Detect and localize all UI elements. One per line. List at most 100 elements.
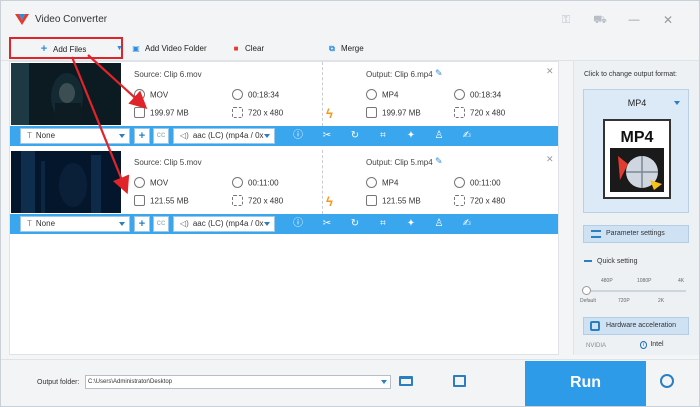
quality-slider-track[interactable] — [586, 290, 686, 292]
effects-wand-icon[interactable]: ✦ — [404, 217, 418, 231]
convert-bolt-icon: ϟ — [326, 106, 333, 121]
format-icon — [366, 177, 377, 188]
parameter-settings-button[interactable]: Parameter settings — [583, 225, 689, 243]
file-icon — [134, 195, 145, 206]
output-label: Output: Clip 5.mp4 — [366, 158, 433, 167]
output-format-hint: Click to change output format: — [584, 71, 677, 78]
file-icon — [366, 195, 377, 206]
add-subtitle-button[interactable]: + — [134, 216, 150, 232]
format-icon — [134, 177, 145, 188]
intel-option[interactable]: i Intel — [640, 341, 664, 349]
edit-sign-icon[interactable]: ✍ — [460, 129, 474, 143]
cart-icon[interactable]: ⛟ — [593, 13, 607, 27]
source-duration: 00:11:00 — [232, 177, 279, 189]
alarm-clock-icon[interactable] — [660, 374, 674, 388]
output-format: MP4 — [366, 177, 398, 189]
app-logo-icon — [15, 14, 29, 25]
scissors-icon[interactable]: ✂ — [320, 217, 334, 231]
watermark-stamp-icon[interactable]: ♙ — [432, 129, 446, 143]
output-format-selector[interactable]: MP4 MP4 — [583, 89, 689, 213]
merge-button[interactable]: ⧉ Merge — [327, 37, 364, 61]
output-label: Output: Clip 6.mp4 — [366, 70, 433, 79]
output-folder-field[interactable]: C:\Users\Administrator\Desktop — [85, 375, 391, 389]
source-format: MOV — [134, 177, 168, 189]
resolution-icon — [232, 107, 243, 118]
chevron-down-icon — [264, 222, 270, 226]
info-icon[interactable]: ⓘ — [291, 217, 305, 231]
resolution-icon — [454, 107, 465, 118]
chevron-down-icon — [674, 101, 680, 105]
crop-icon[interactable]: ⌗ — [376, 217, 390, 231]
crop-icon[interactable]: ⌗ — [376, 129, 390, 143]
quality-slider-knob[interactable] — [582, 286, 591, 295]
run-button[interactable]: Run — [525, 361, 646, 406]
quality-label-2k: 2K — [658, 298, 665, 304]
add-video-folder-button[interactable]: ▣ Add Video Folder — [131, 37, 206, 61]
open-folder-icon[interactable] — [399, 376, 413, 386]
intel-logo-icon: i — [640, 341, 648, 349]
edit-sign-icon[interactable]: ✍ — [460, 217, 474, 231]
sliders-icon — [591, 230, 601, 238]
file-list: Source: Clip 6.mov MOV 00:18:34 199.97 M… — [9, 61, 559, 355]
format-icon — [366, 89, 377, 100]
quality-label-4k: 4K — [678, 278, 685, 284]
source-label: Source: Clip 6.mov — [134, 70, 202, 79]
add-files-highlight — [9, 37, 123, 59]
add-subtitle-button[interactable]: + — [134, 128, 150, 144]
audio-track-select[interactable]: ◁) aac (LC) (mp4a / 0x — [173, 128, 275, 144]
subtitle-select[interactable]: T None — [20, 216, 130, 232]
source-resolution: 720 x 480 — [232, 195, 283, 207]
quality-label-default: Default — [580, 298, 596, 304]
merge-icon: ⧉ — [329, 44, 335, 53]
close-icon[interactable]: ✕ — [661, 13, 675, 27]
remove-file-icon[interactable]: ✕ — [546, 66, 554, 77]
speaker-icon: ◁) — [180, 219, 189, 228]
quick-setting-label: Quick setting — [584, 258, 637, 265]
rotate-icon[interactable]: ↻ — [348, 217, 362, 231]
output-format: MP4 — [366, 89, 398, 101]
rotate-icon[interactable]: ↻ — [348, 129, 362, 143]
source-size: 121.55 MB — [134, 195, 189, 207]
source-label: Source: Clip 5.mov — [134, 158, 202, 167]
options-bar: T None + CC ◁) aac (LC) (mp4a / 0x ⓘ ✂ ↻ ⌗… — [10, 126, 558, 146]
key-icon[interactable]: ⚿ — [559, 13, 573, 27]
hardware-acceleration-button[interactable]: Hardware acceleration — [583, 317, 689, 335]
trash-icon: ■ — [233, 44, 239, 53]
resolution-icon — [454, 195, 465, 206]
cc-button[interactable]: CC — [153, 216, 169, 232]
output-format-panel: Click to change output format: MP4 MP4 P… — [573, 61, 699, 355]
output-size: 121.55 MB — [366, 195, 421, 207]
video-thumbnail[interactable] — [11, 63, 121, 125]
info-icon[interactable]: ⓘ — [291, 129, 305, 143]
remove-file-icon[interactable]: ✕ — [546, 154, 554, 165]
chevron-down-icon — [119, 222, 125, 226]
bottom-bar: Output folder: C:\Users\Administrator\De… — [1, 359, 699, 406]
text-icon: T — [27, 219, 32, 228]
minimize-icon[interactable]: — — [627, 13, 641, 27]
clock-icon — [454, 177, 465, 188]
chevron-down-icon — [381, 380, 387, 384]
edit-output-name-icon[interactable]: ✎ — [435, 156, 443, 167]
file-icon — [134, 107, 145, 118]
clear-button[interactable]: ■ Clear — [231, 37, 265, 61]
subtitle-select[interactable]: T None — [20, 128, 130, 144]
format-icon — [134, 89, 145, 100]
scissors-icon[interactable]: ✂ — [320, 129, 334, 143]
edit-output-name-icon[interactable]: ✎ — [435, 68, 443, 79]
effects-wand-icon[interactable]: ✦ — [404, 129, 418, 143]
chip-icon — [590, 321, 600, 331]
cc-button[interactable]: CC — [153, 128, 169, 144]
video-thumbnail[interactable] — [11, 151, 121, 213]
output-resolution: 720 x 480 — [454, 107, 505, 119]
output-duration: 00:18:34 — [454, 89, 501, 101]
open-output-icon[interactable] — [453, 375, 466, 387]
app-title: Video Converter — [35, 14, 108, 25]
text-icon: T — [27, 131, 32, 140]
chevron-down-icon — [119, 134, 125, 138]
title-bar: Video Converter ⚿ ⛟ — ✕ — [1, 1, 699, 37]
options-bar: T None + CC ◁) aac (LC) (mp4a / 0x ⓘ ✂ ↻ ⌗… — [10, 214, 558, 234]
output-resolution: 720 x 480 — [454, 195, 505, 207]
watermark-stamp-icon[interactable]: ♙ — [432, 217, 446, 231]
nvidia-option[interactable]: NVIDIA — [586, 343, 606, 349]
audio-track-select[interactable]: ◁) aac (LC) (mp4a / 0x — [173, 216, 275, 232]
